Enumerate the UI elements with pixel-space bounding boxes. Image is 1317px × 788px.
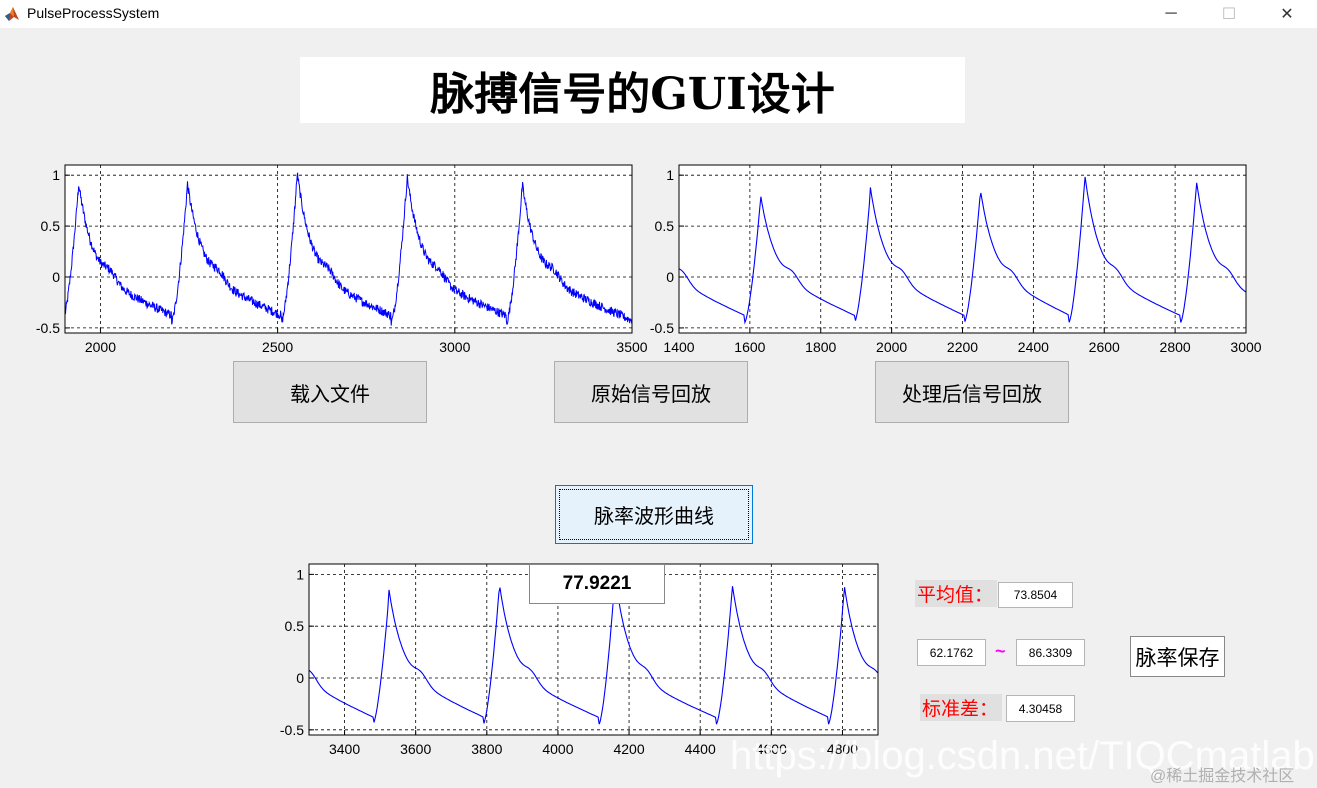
save-rate-button[interactable]: 脉率保存 [1130, 636, 1225, 677]
x-tick-label: 1800 [805, 339, 836, 355]
x-tick-label: 4000 [542, 741, 573, 757]
play-original-button[interactable]: 原始信号回放 [554, 361, 748, 423]
y-tick-label: 1 [52, 167, 60, 183]
window-title: PulseProcessSystem [27, 5, 160, 21]
play-processed-button[interactable]: 处理后信号回放 [875, 361, 1069, 423]
processed-signal-axes: 1400 1600 1800 2000 2200 2400 2600 2800 3000 -0.5… [650, 164, 1262, 355]
title-bar: PulseProcessSystem ─ ☐ ✕ [0, 0, 1317, 28]
mean-value-field[interactable]: 73.8504 [998, 582, 1073, 608]
juejin-watermark: @稀土掘金技术社区 [1150, 768, 1295, 785]
x-tick-label: 1600 [734, 339, 765, 355]
y-tick-label: 0.5 [285, 618, 305, 634]
y-tick-label: -0.5 [650, 320, 674, 336]
y-tick-label: 1 [666, 167, 674, 183]
x-tick-label: 2200 [947, 339, 978, 355]
raw-signal-axes: 2000 2500 3000 3500-0.500.51 [36, 164, 648, 355]
x-tick-label: 3800 [471, 741, 502, 757]
x-tick-label: 3000 [439, 339, 470, 355]
x-tick-label: 2500 [262, 339, 293, 355]
minimize-button[interactable]: ─ [1148, 0, 1194, 28]
close-button[interactable]: ✕ [1264, 0, 1310, 28]
x-tick-label: 3000 [1230, 339, 1261, 355]
x-tick-label: 2400 [1018, 339, 1049, 355]
matlab-logo-icon [5, 7, 19, 21]
y-tick-label: 0.5 [655, 218, 675, 234]
y-tick-label: 0 [52, 269, 60, 285]
x-tick-label: 3400 [329, 741, 360, 757]
page-title: 脉搏信号的GUI设计 [300, 57, 965, 123]
x-tick-label: 2000 [85, 339, 116, 355]
raw-signal-background [65, 165, 632, 333]
y-tick-label: 1 [296, 566, 304, 582]
range-min-field[interactable]: 62.1762 [917, 639, 986, 666]
load-file-button[interactable]: 载入文件 [233, 361, 427, 423]
raw-signal-plot: 2000 2500 3000 3500 -0.5 0 0.5 1 [0, 150, 660, 365]
range-separator: ~ [995, 641, 1006, 661]
y-tick-label: 0.5 [41, 218, 61, 234]
x-tick-label: 1400 [663, 339, 694, 355]
y-tick-label: -0.5 [280, 722, 304, 738]
maximize-button[interactable]: ☐ [1206, 0, 1252, 28]
x-tick-label: 2800 [1160, 339, 1191, 355]
std-value-field[interactable]: 4.30458 [1006, 695, 1075, 722]
mean-label: 平均值： [915, 580, 997, 607]
pulse-rate-readout: 77.9221 [529, 564, 665, 604]
x-tick-label: 4200 [613, 741, 644, 757]
y-tick-label: -0.5 [36, 320, 60, 336]
y-tick-label: 0 [296, 670, 304, 686]
y-tick-label: 0 [666, 269, 674, 285]
x-tick-label: 4400 [685, 741, 716, 757]
std-label: 标准差： [920, 694, 1002, 721]
x-tick-label: 2000 [876, 339, 907, 355]
processed-signal-plot: 1400 1600 1800 2000 2200 2400 2600 2800 3000 -0.5… [640, 150, 1300, 365]
x-tick-label: 3600 [400, 741, 431, 757]
range-max-field[interactable]: 86.3309 [1016, 639, 1085, 666]
pulse-rate-curve-button[interactable]: 脉率波形曲线 [555, 485, 753, 544]
x-tick-label: 2600 [1089, 339, 1120, 355]
